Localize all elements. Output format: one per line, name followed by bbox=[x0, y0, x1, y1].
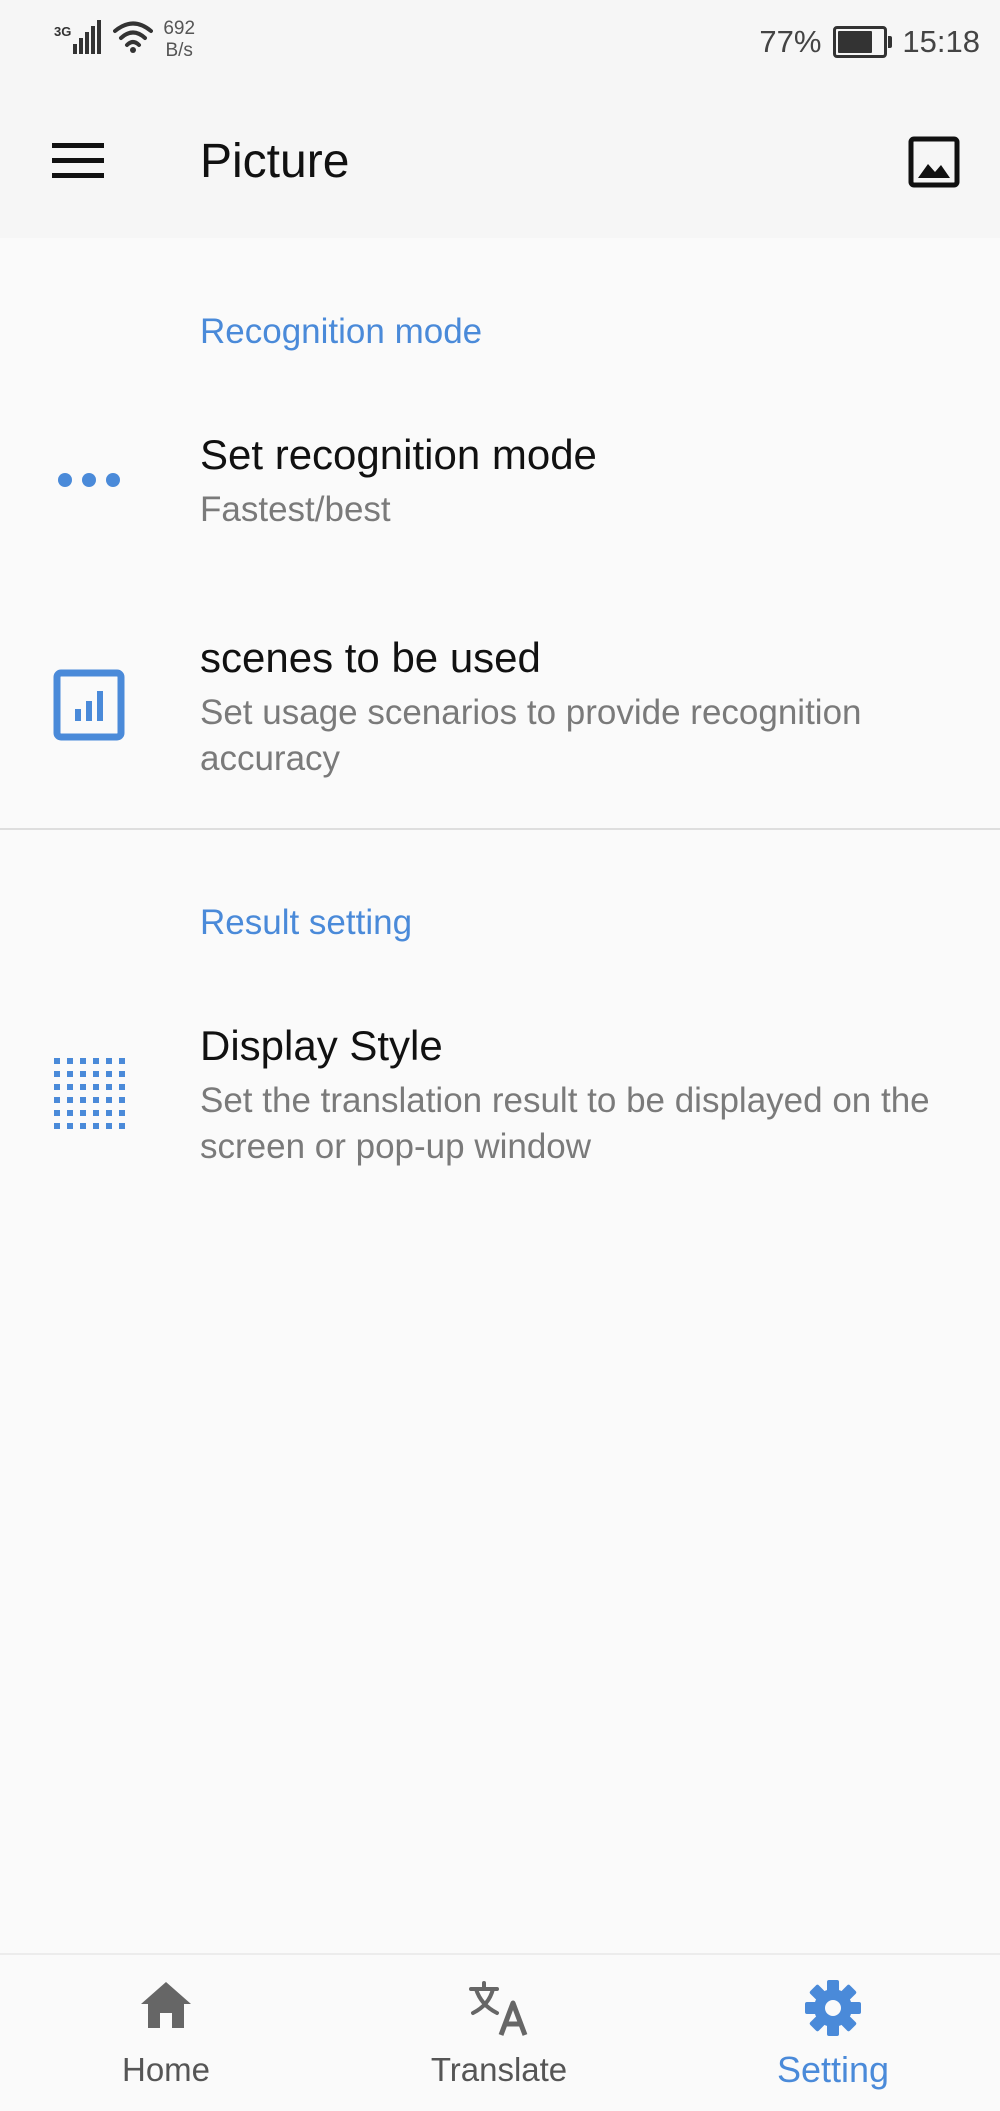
section-divider bbox=[0, 828, 1000, 830]
setting-item-subtitle: Set usage scenarios to provide recogniti… bbox=[200, 693, 862, 778]
more-dots-icon bbox=[58, 473, 120, 487]
setting-item-title: Display Style bbox=[200, 1022, 443, 1069]
nav-label-translate: Translate bbox=[430, 2051, 568, 2088]
signal-strength-icon bbox=[73, 18, 103, 54]
network-speed-value: 692 bbox=[163, 18, 196, 39]
nav-item-setting[interactable]: Setting bbox=[703, 1955, 963, 2111]
bar-chart-icon bbox=[53, 669, 125, 741]
setting-item-recognition-mode[interactable]: Set recognition mode Fastest/best bbox=[0, 405, 1000, 555]
image-gallery-icon[interactable] bbox=[908, 136, 960, 188]
page-title: Picture bbox=[200, 135, 350, 188]
setting-item-title: Set recognition mode bbox=[200, 431, 597, 478]
setting-item-display-style[interactable]: Display Style Set the translation result… bbox=[0, 996, 1000, 1186]
network-type: 3G bbox=[54, 24, 72, 39]
hamburger-menu-icon[interactable] bbox=[52, 143, 104, 179]
app-bar: Picture bbox=[0, 86, 1000, 238]
nav-label-home: Home bbox=[121, 2051, 211, 2088]
home-icon bbox=[141, 1982, 191, 2028]
battery-percent: 77% bbox=[759, 24, 822, 59]
wifi-icon bbox=[113, 21, 154, 53]
gear-icon bbox=[805, 1980, 861, 2036]
battery-icon bbox=[833, 26, 893, 58]
status-right: 77% 15:18 bbox=[759, 20, 980, 64]
nav-item-home[interactable]: Home bbox=[36, 1955, 296, 2111]
nav-label-setting: Setting bbox=[776, 2049, 890, 2090]
network-speed: 692 B/s bbox=[163, 18, 195, 62]
clock: 15:18 bbox=[902, 24, 980, 59]
setting-item-subtitle: Set the translation result to be display… bbox=[200, 1081, 930, 1166]
section-header-result-setting: Result setting bbox=[200, 903, 413, 942]
section-header-recognition-mode: Recognition mode bbox=[200, 312, 483, 351]
status-left: 3G 692 B/s bbox=[54, 18, 195, 68]
dotted-grid-icon bbox=[54, 1058, 125, 1129]
status-bar: 3G 692 B/s 77% 15:18 bbox=[0, 0, 1000, 86]
setting-item-scenes[interactable]: scenes to be used Set usage scenarios to… bbox=[0, 608, 1000, 798]
bottom-navigation: Home Translate Setting bbox=[0, 1953, 1000, 2111]
setting-item-subtitle: Fastest/best bbox=[200, 490, 391, 529]
setting-item-title: scenes to be used bbox=[200, 634, 541, 681]
translate-icon bbox=[469, 1981, 528, 2036]
network-speed-unit: B/s bbox=[165, 40, 193, 61]
nav-item-translate[interactable]: Translate bbox=[369, 1955, 629, 2111]
